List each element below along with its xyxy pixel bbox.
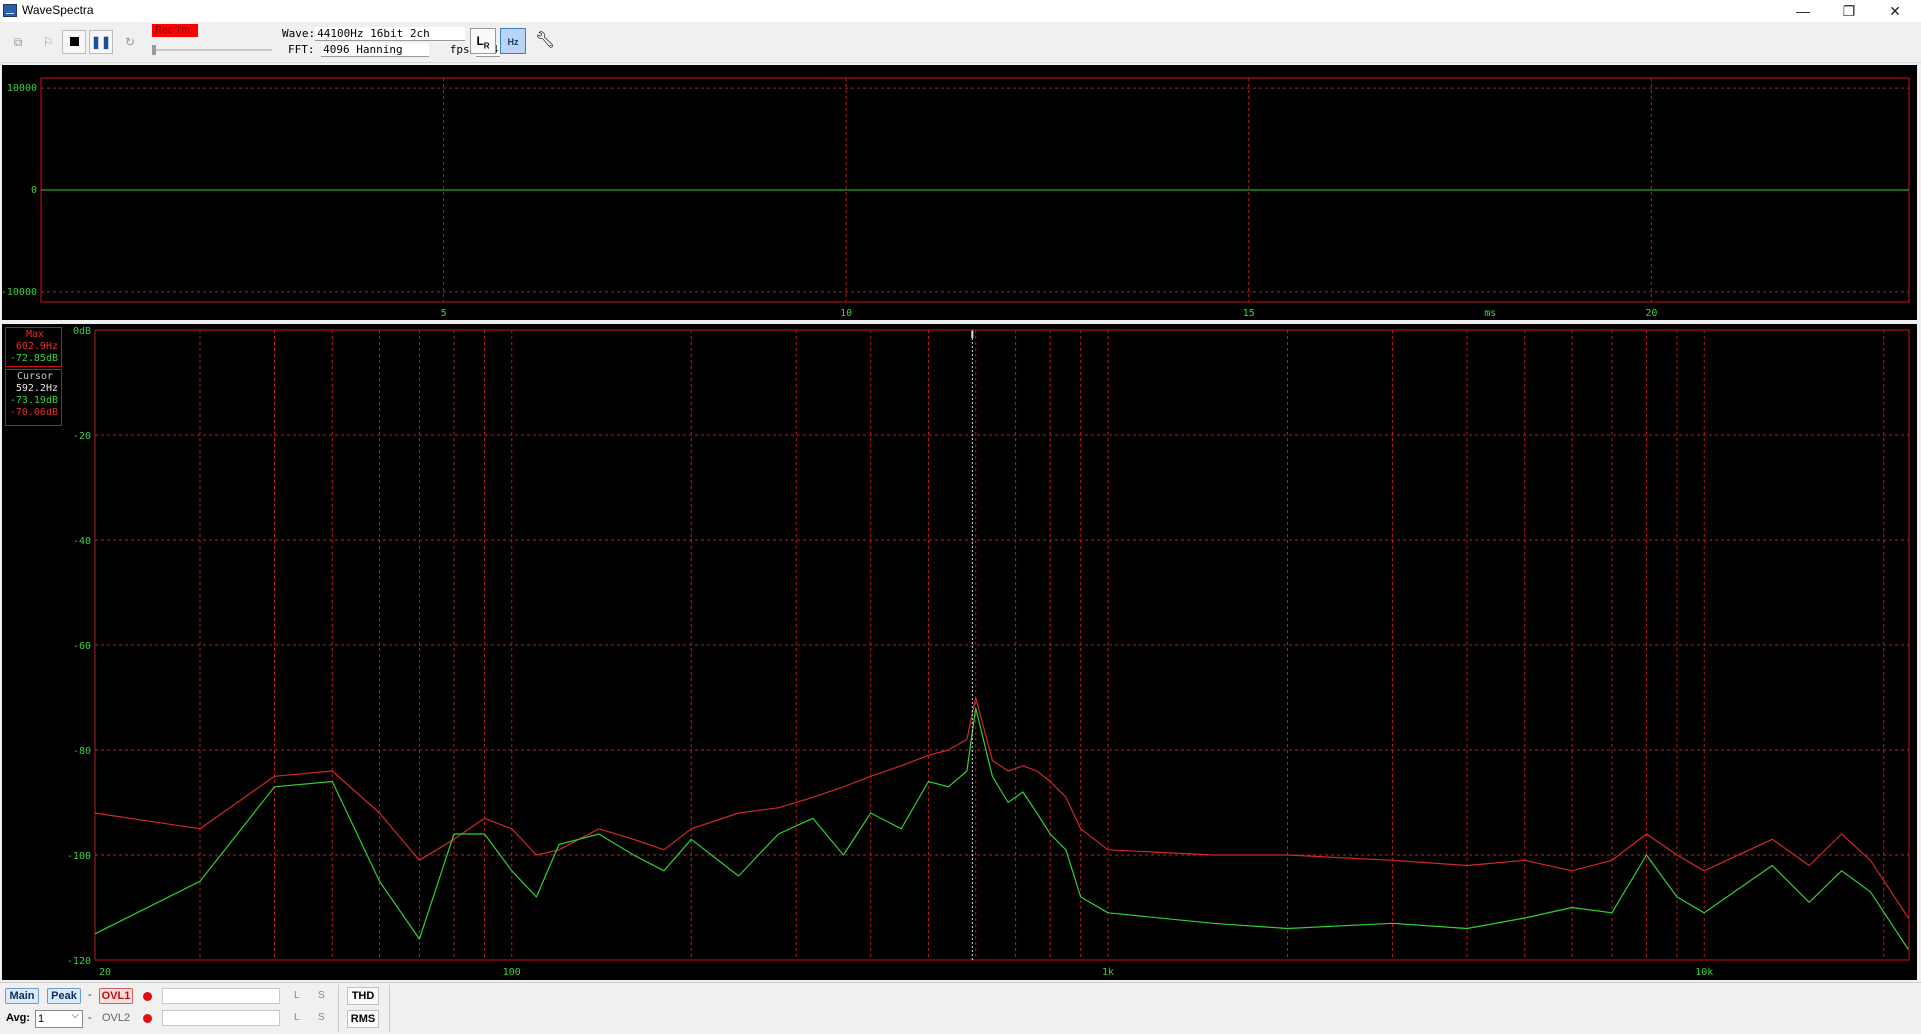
waveform-x-tick: 10 (840, 308, 852, 319)
rec-time-slider-track[interactable] (152, 49, 272, 51)
avg-label: Avg: (6, 1012, 31, 1024)
peak-button[interactable]: Peak (47, 988, 81, 1004)
hz-scale-button[interactable]: Hz (500, 28, 526, 54)
ovl2-name-field[interactable] (162, 1010, 280, 1026)
spectrum-x-tick: 100 (503, 967, 521, 978)
restore-button[interactable]: ❐ (1826, 0, 1872, 22)
pause-icon: ❚❚ (90, 35, 112, 49)
waveform-x-tick: 5 (441, 308, 447, 319)
avg-value: 1 (38, 1013, 45, 1025)
cursor-level-right: -70.06dB (9, 407, 58, 418)
window-title: WaveSpectra (22, 3, 94, 17)
cursor-title: Cursor (16, 371, 54, 382)
ovl1-record-icon[interactable] (143, 992, 152, 1001)
ovl2-s-toggle[interactable]: S (318, 1012, 325, 1023)
waveform-x-tick: 15 (1243, 308, 1255, 319)
ovl2-button[interactable]: OVL2 (102, 1012, 130, 1024)
close-button[interactable]: ✕ (1872, 0, 1918, 22)
minimize-button[interactable]: — (1780, 0, 1826, 22)
title-bar: WaveSpectra — ❐ ✕ (0, 0, 1921, 22)
cursor-level-left: -73.19dB (9, 395, 58, 406)
ovl1-button[interactable]: OVL1 (99, 988, 133, 1004)
spectrum-y-tick: -80 (73, 746, 91, 757)
rec-time-label: Rec Tm (152, 24, 198, 37)
hz-scale-icon: Hz (507, 37, 519, 47)
ovl1-name-field[interactable] (162, 988, 280, 1004)
fft-setting-value[interactable]: 4096 Hanning (321, 43, 430, 57)
main-button[interactable]: Main (5, 988, 39, 1004)
spectrum-y-tick: -120 (67, 956, 91, 967)
wave-info: Wave: 44100Hz 16bit 2ch (282, 27, 466, 41)
loop-icon[interactable]: ↻ (118, 30, 142, 54)
spectrum-y-tick: -100 (67, 851, 91, 862)
spectrum-x-tick: 20 (99, 967, 111, 978)
spectrum-plot: 0dB -20 -40 -60 -80 -100 -120 20 100 1k 10k (67, 326, 1910, 978)
ovl2-record-icon[interactable] (143, 1014, 152, 1023)
spectrum-trace-left (94, 707, 1909, 950)
ovl2-l-toggle[interactable]: L (294, 1012, 300, 1023)
spectrum-panel[interactable]: 0dB -20 -40 -60 -80 -100 -120 20 100 1k 10k (2, 324, 1917, 980)
ovl1-l-toggle[interactable]: L (294, 990, 300, 1001)
separator-dash: - (88, 1012, 92, 1024)
spectrum-x-tick: 10k (1695, 967, 1713, 978)
settings-wrench-icon: 🔧︎ (534, 32, 556, 49)
pause-button[interactable]: ❚❚ (89, 30, 113, 54)
spectrum-trace-right (94, 696, 1909, 919)
divider (389, 985, 390, 1032)
play-icon[interactable]: ⚐ (36, 30, 60, 54)
stop-icon (69, 37, 79, 46)
max-frequency: 602.9Hz (15, 341, 58, 352)
separator-dash: - (88, 989, 92, 1001)
waveform-y-tick: 10000 (7, 83, 37, 94)
stop-button[interactable] (62, 30, 86, 54)
device-icon[interactable]: ⧉ (6, 30, 30, 54)
spectrum-y-tick: -20 (73, 431, 91, 442)
wave-label: Wave: (282, 27, 316, 40)
spectrum-x-tick: 1k (1102, 967, 1114, 978)
thd-button[interactable]: THD (347, 987, 379, 1005)
max-readout: Max 602.9Hz -72.85dB (5, 327, 62, 367)
fft-info: FFT: 4096 Hanning fps:64 (288, 43, 501, 57)
max-title: Max (25, 329, 45, 340)
cursor-readout: Cursor 592.2Hz -73.19dB -70.06dB (5, 369, 62, 426)
waveform-plot: 10000 0 -10000 5 10 15 20 ms (1, 77, 1910, 319)
cursor-frequency: 592.2Hz (15, 383, 58, 394)
waveform-y-tick: -10000 (2, 287, 37, 298)
spectrum-y-tick: -40 (73, 536, 91, 547)
waveform-x-tick: 20 (1645, 308, 1657, 319)
rec-time-slider-thumb[interactable] (152, 45, 156, 55)
spectrum-y-tick: 0dB (73, 326, 91, 337)
rms-button[interactable]: RMS (347, 1010, 379, 1028)
bottom-control-bar: Main Peak - OVL1 L S THD Avg: 1 - OVL2 L… (0, 982, 1921, 1034)
lr-channel-button[interactable]: LR (470, 28, 496, 54)
app-icon (3, 4, 17, 17)
ovl1-s-toggle[interactable]: S (318, 990, 325, 1001)
max-level: -72.85dB (9, 353, 58, 364)
fft-label: FFT: (288, 43, 315, 56)
divider (338, 985, 339, 1032)
spectrum-y-tick: -60 (73, 641, 91, 652)
waveform-y-tick: 0 (31, 185, 37, 196)
waveform-panel[interactable]: 10000 0 -10000 5 10 15 20 ms (1, 65, 1917, 320)
settings-button[interactable]: 🔧︎ (532, 28, 558, 54)
toolbar: ⧉ ⚐ ❚❚ ↻ Rec Tm Wave: 44100Hz 16bit 2ch F… (0, 22, 1921, 63)
wave-format-value: 44100Hz 16bit 2ch (315, 27, 466, 41)
waveform-x-unit: ms (1484, 308, 1496, 319)
lr-channel-icon: LR (476, 34, 490, 51)
avg-select[interactable]: 1 (35, 1008, 83, 1028)
